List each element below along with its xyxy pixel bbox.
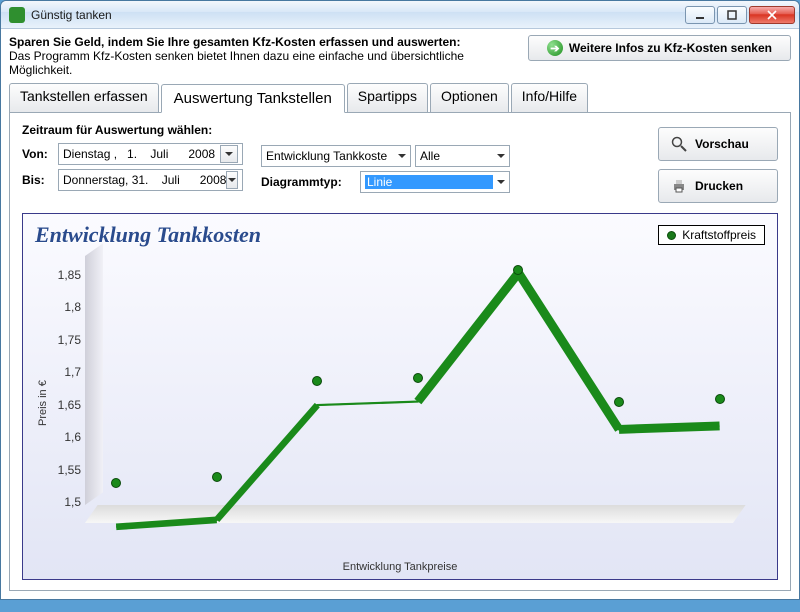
content: Sparen Sie Geld, indem Sie Ihre gesamten… [1,29,799,599]
top-message-bold: Sparen Sie Geld, indem Sie Ihre gesamten… [9,35,520,49]
print-button-label: Drucken [695,179,743,193]
top-message: Sparen Sie Geld, indem Sie Ihre gesamten… [9,35,520,77]
data-point [413,373,423,383]
controls: Zeitraum für Auswertung wählen: Von: Die… [22,123,778,203]
panel: Zeitraum für Auswertung wählen: Von: Die… [9,113,791,591]
preview-button-label: Vorschau [695,137,749,151]
tab-spartipps[interactable]: Spartipps [347,83,428,112]
chart-line [85,256,753,612]
chart-data-combo[interactable]: Entwicklung Tankkoste [261,145,411,167]
data-point [111,478,121,488]
from-date-field[interactable]: Dienstag , 1. Juli 2008 [58,143,243,165]
top-message-sub: Das Programm Kfz-Kosten senken bietet Ih… [9,49,520,77]
info-button-label: Weitere Infos zu Kfz-Kosten senken [569,41,772,55]
tab-tankstellen-erfassen[interactable]: Tankstellen erfassen [9,83,159,112]
tab-auswertung-tankstellen[interactable]: Auswertung Tankstellen [161,84,345,113]
calendar-icon[interactable] [220,145,238,163]
data-point [715,394,725,404]
legend: Kraftstoffpreis [658,225,765,245]
to-date-value: Donnerstag, 31. Juli 2008 [63,173,226,187]
chart: Entwicklung Tankkosten Kraftstoffpreis P… [22,213,778,580]
selects: Entwicklung Tankkoste Alle Diagrammtyp: … [261,145,510,193]
range-header: Zeitraum für Auswertung wählen: [22,123,243,137]
legend-label: Kraftstoffpreis [682,228,756,242]
from-label: Von: [22,147,52,161]
chart-title: Entwicklung Tankkosten [35,222,261,248]
minimize-button[interactable] [685,6,715,24]
filter-combo[interactable]: Alle [415,145,510,167]
print-button[interactable]: Drucken [658,169,778,203]
topbar: Sparen Sie Geld, indem Sie Ihre gesamten… [9,35,791,77]
magnifier-icon [671,136,687,152]
window-title: Günstig tanken [31,8,685,22]
app-icon [9,7,25,23]
preview-button[interactable]: Vorschau [658,127,778,161]
date-range: Zeitraum für Auswertung wählen: Von: Die… [22,123,243,195]
tab-optionen[interactable]: Optionen [430,83,509,112]
close-button[interactable] [749,6,795,24]
arrow-right-icon: ➔ [547,40,563,56]
tabs: Tankstellen erfassen Auswertung Tankstel… [9,83,791,113]
app-window: Günstig tanken Sparen Sie Geld, indem Si… [0,0,800,600]
titlebar[interactable]: Günstig tanken [1,1,799,29]
diagramtype-label: Diagrammtyp: [261,175,356,189]
data-point [212,472,222,482]
maximize-button[interactable] [717,6,747,24]
data-point [614,397,624,407]
plot-area [85,256,753,555]
window-controls [685,6,795,24]
side-buttons: Vorschau Drucken [658,127,778,203]
legend-marker-icon [667,231,676,240]
yaxis-ticks: 1,85 1,8 1,75 1,7 1,65 1,6 1,55 1,5 [51,248,85,559]
data-point [513,265,523,275]
yaxis-label: Preis in € [35,248,51,559]
diagramtype-combo[interactable]: Linie [360,171,510,193]
printer-icon [671,178,687,194]
to-date-field[interactable]: Donnerstag, 31. Juli 2008 [58,169,243,191]
info-button[interactable]: ➔ Weitere Infos zu Kfz-Kosten senken [528,35,791,61]
from-date-value: Dienstag , 1. Juli 2008 [63,147,215,161]
calendar-icon[interactable] [226,171,238,189]
to-label: Bis: [22,173,52,187]
tab-info-hilfe[interactable]: Info/Hilfe [511,83,588,112]
data-point [312,376,322,386]
